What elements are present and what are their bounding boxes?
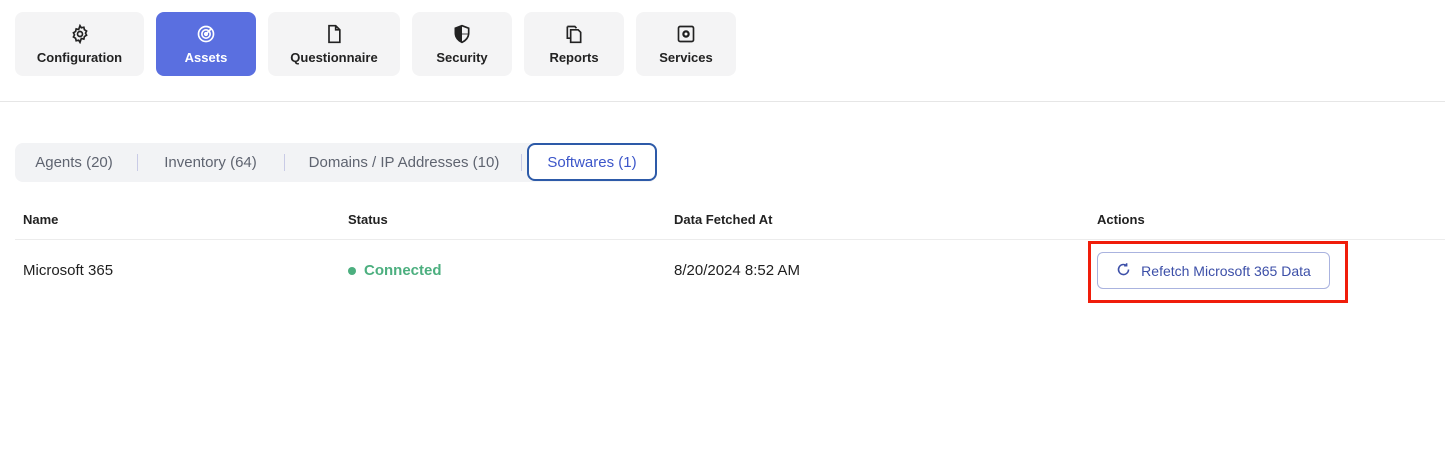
- status-badge: Connected: [348, 262, 442, 279]
- nav-label: Assets: [184, 49, 228, 65]
- status-dot-icon: [348, 266, 356, 275]
- service-gear-icon: [676, 24, 696, 44]
- nav-assets[interactable]: Assets: [156, 12, 256, 76]
- gear-icon: [70, 23, 90, 44]
- tab-separator: [284, 154, 285, 171]
- nav-label: Security: [436, 49, 488, 65]
- copy-icon: [564, 24, 584, 44]
- tab-inventory[interactable]: Inventory (64): [139, 143, 282, 182]
- table-header-divider: [15, 239, 1445, 240]
- nav-label: Services: [659, 49, 713, 65]
- data-fetched-at: 8/20/2024 8:52 AM: [674, 262, 800, 279]
- nav-label: Reports: [549, 49, 599, 65]
- tab-domains[interactable]: Domains / IP Addresses (10): [286, 143, 522, 182]
- tab-separator: [521, 154, 522, 171]
- nav-label: Configuration: [36, 49, 123, 65]
- status-text: Connected: [364, 262, 442, 279]
- document-icon: [324, 24, 344, 44]
- header-divider: [0, 101, 1445, 102]
- column-header-actions: Actions: [1097, 212, 1145, 227]
- shield-icon: [452, 24, 472, 44]
- column-header-name: Name: [23, 212, 59, 227]
- nav-services[interactable]: Services: [636, 12, 736, 76]
- nav-configuration[interactable]: Configuration: [15, 12, 144, 76]
- nav-reports[interactable]: Reports: [524, 12, 624, 76]
- tab-agents[interactable]: Agents (20): [15, 143, 133, 182]
- nav-security[interactable]: Security: [412, 12, 512, 76]
- asset-tabs: Agents (20) Inventory (64) Domains / IP …: [15, 143, 657, 182]
- refetch-button-label: Refetch Microsoft 365 Data: [1141, 262, 1311, 279]
- refetch-button[interactable]: Refetch Microsoft 365 Data: [1097, 252, 1330, 289]
- radar-icon: [196, 24, 216, 44]
- nav-label: Questionnaire: [290, 49, 378, 65]
- software-name: Microsoft 365: [23, 262, 114, 279]
- column-header-status: Status: [348, 212, 388, 227]
- column-header-fetched: Data Fetched At: [674, 212, 773, 227]
- refresh-icon: [1116, 262, 1131, 280]
- tab-softwares[interactable]: Softwares (1): [527, 143, 657, 181]
- tab-separator: [137, 154, 138, 171]
- nav-questionnaire[interactable]: Questionnaire: [268, 12, 400, 76]
